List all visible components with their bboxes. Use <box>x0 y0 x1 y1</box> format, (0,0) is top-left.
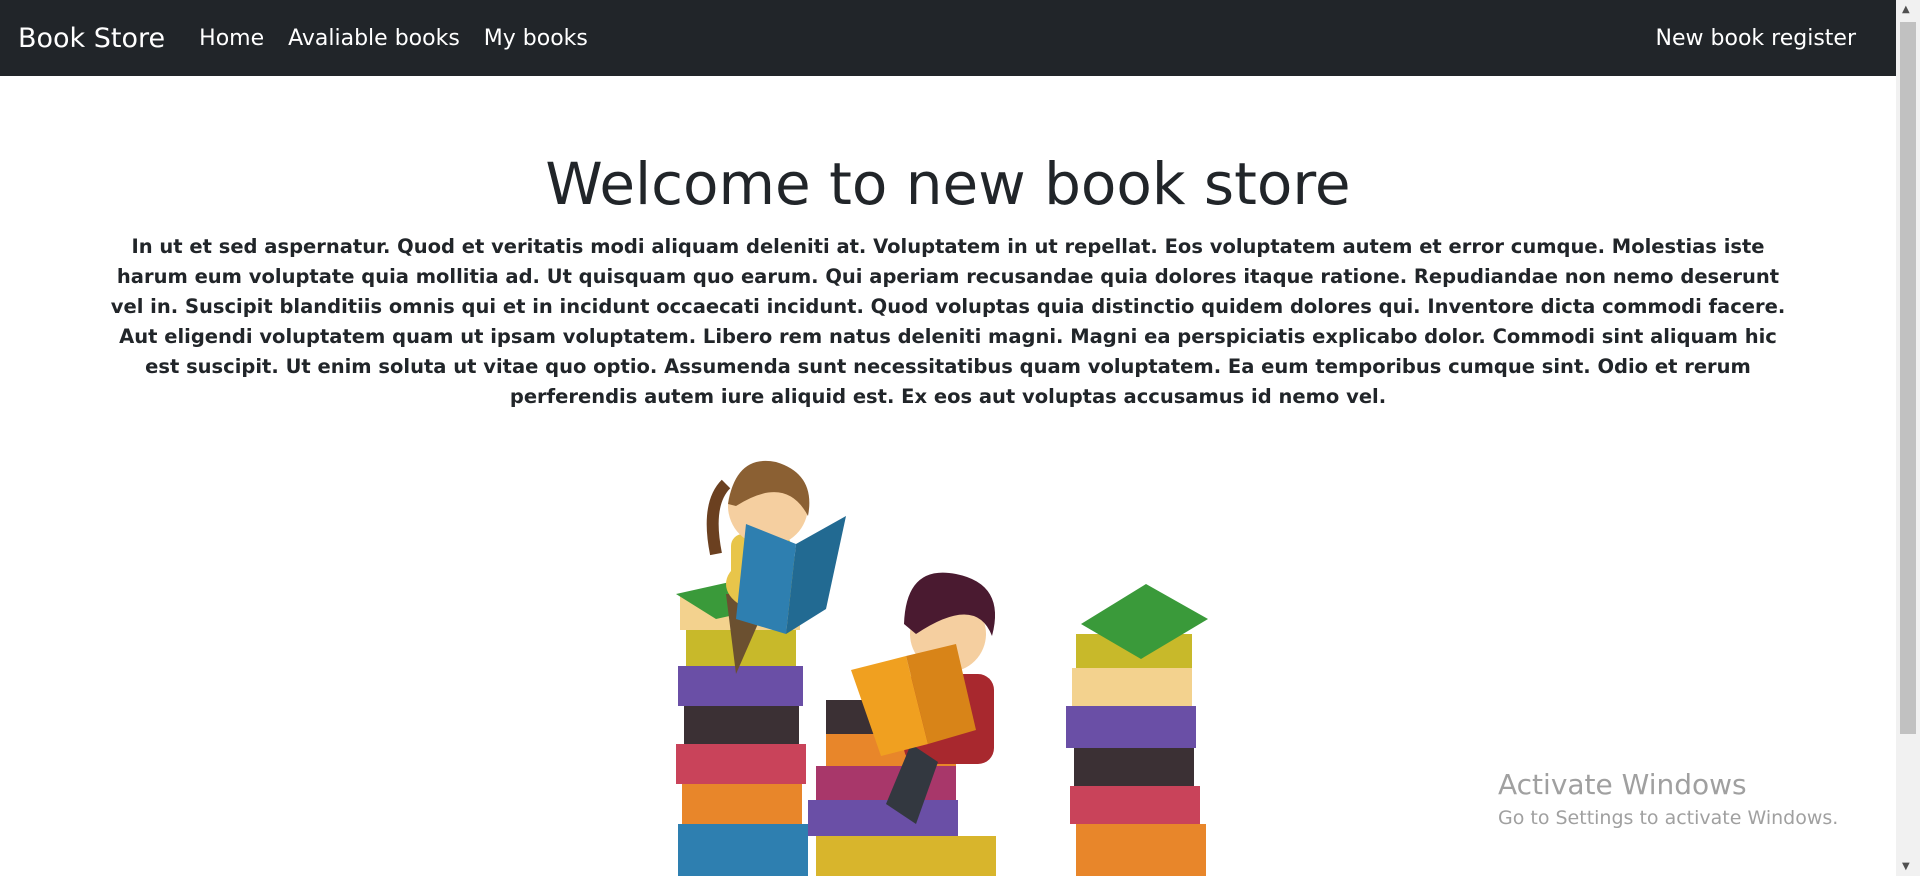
right-book-stack <box>1066 584 1208 876</box>
navbar: Book Store Home Avaliable books My books… <box>0 0 1896 76</box>
nav-available-books[interactable]: Avaliable books <box>288 26 460 51</box>
scrollbar-thumb[interactable] <box>1900 22 1916 734</box>
brand-link[interactable]: Book Store <box>18 23 165 54</box>
nav-home[interactable]: Home <box>199 26 264 51</box>
scroll-up-arrow-icon[interactable]: ▲ <box>1902 4 1910 15</box>
intro-paragraph: In ut et sed aspernatur. Quod et veritat… <box>110 235 1786 408</box>
watermark-title: Activate Windows <box>1498 768 1747 801</box>
nav-my-books[interactable]: My books <box>484 26 588 51</box>
kids-reading-illustration <box>676 460 1208 876</box>
activate-windows-watermark: Activate Windows Go to Settings to activ… <box>1498 768 1838 829</box>
nav-new-book-register[interactable]: New book register <box>1656 26 1856 51</box>
scroll-down-arrow-icon[interactable]: ▼ <box>1902 861 1910 872</box>
vertical-scrollbar[interactable]: ▲ ▼ <box>1896 0 1920 876</box>
page-title: Welcome to new book store <box>545 150 1351 218</box>
watermark-subtitle: Go to Settings to activate Windows. <box>1498 807 1839 829</box>
